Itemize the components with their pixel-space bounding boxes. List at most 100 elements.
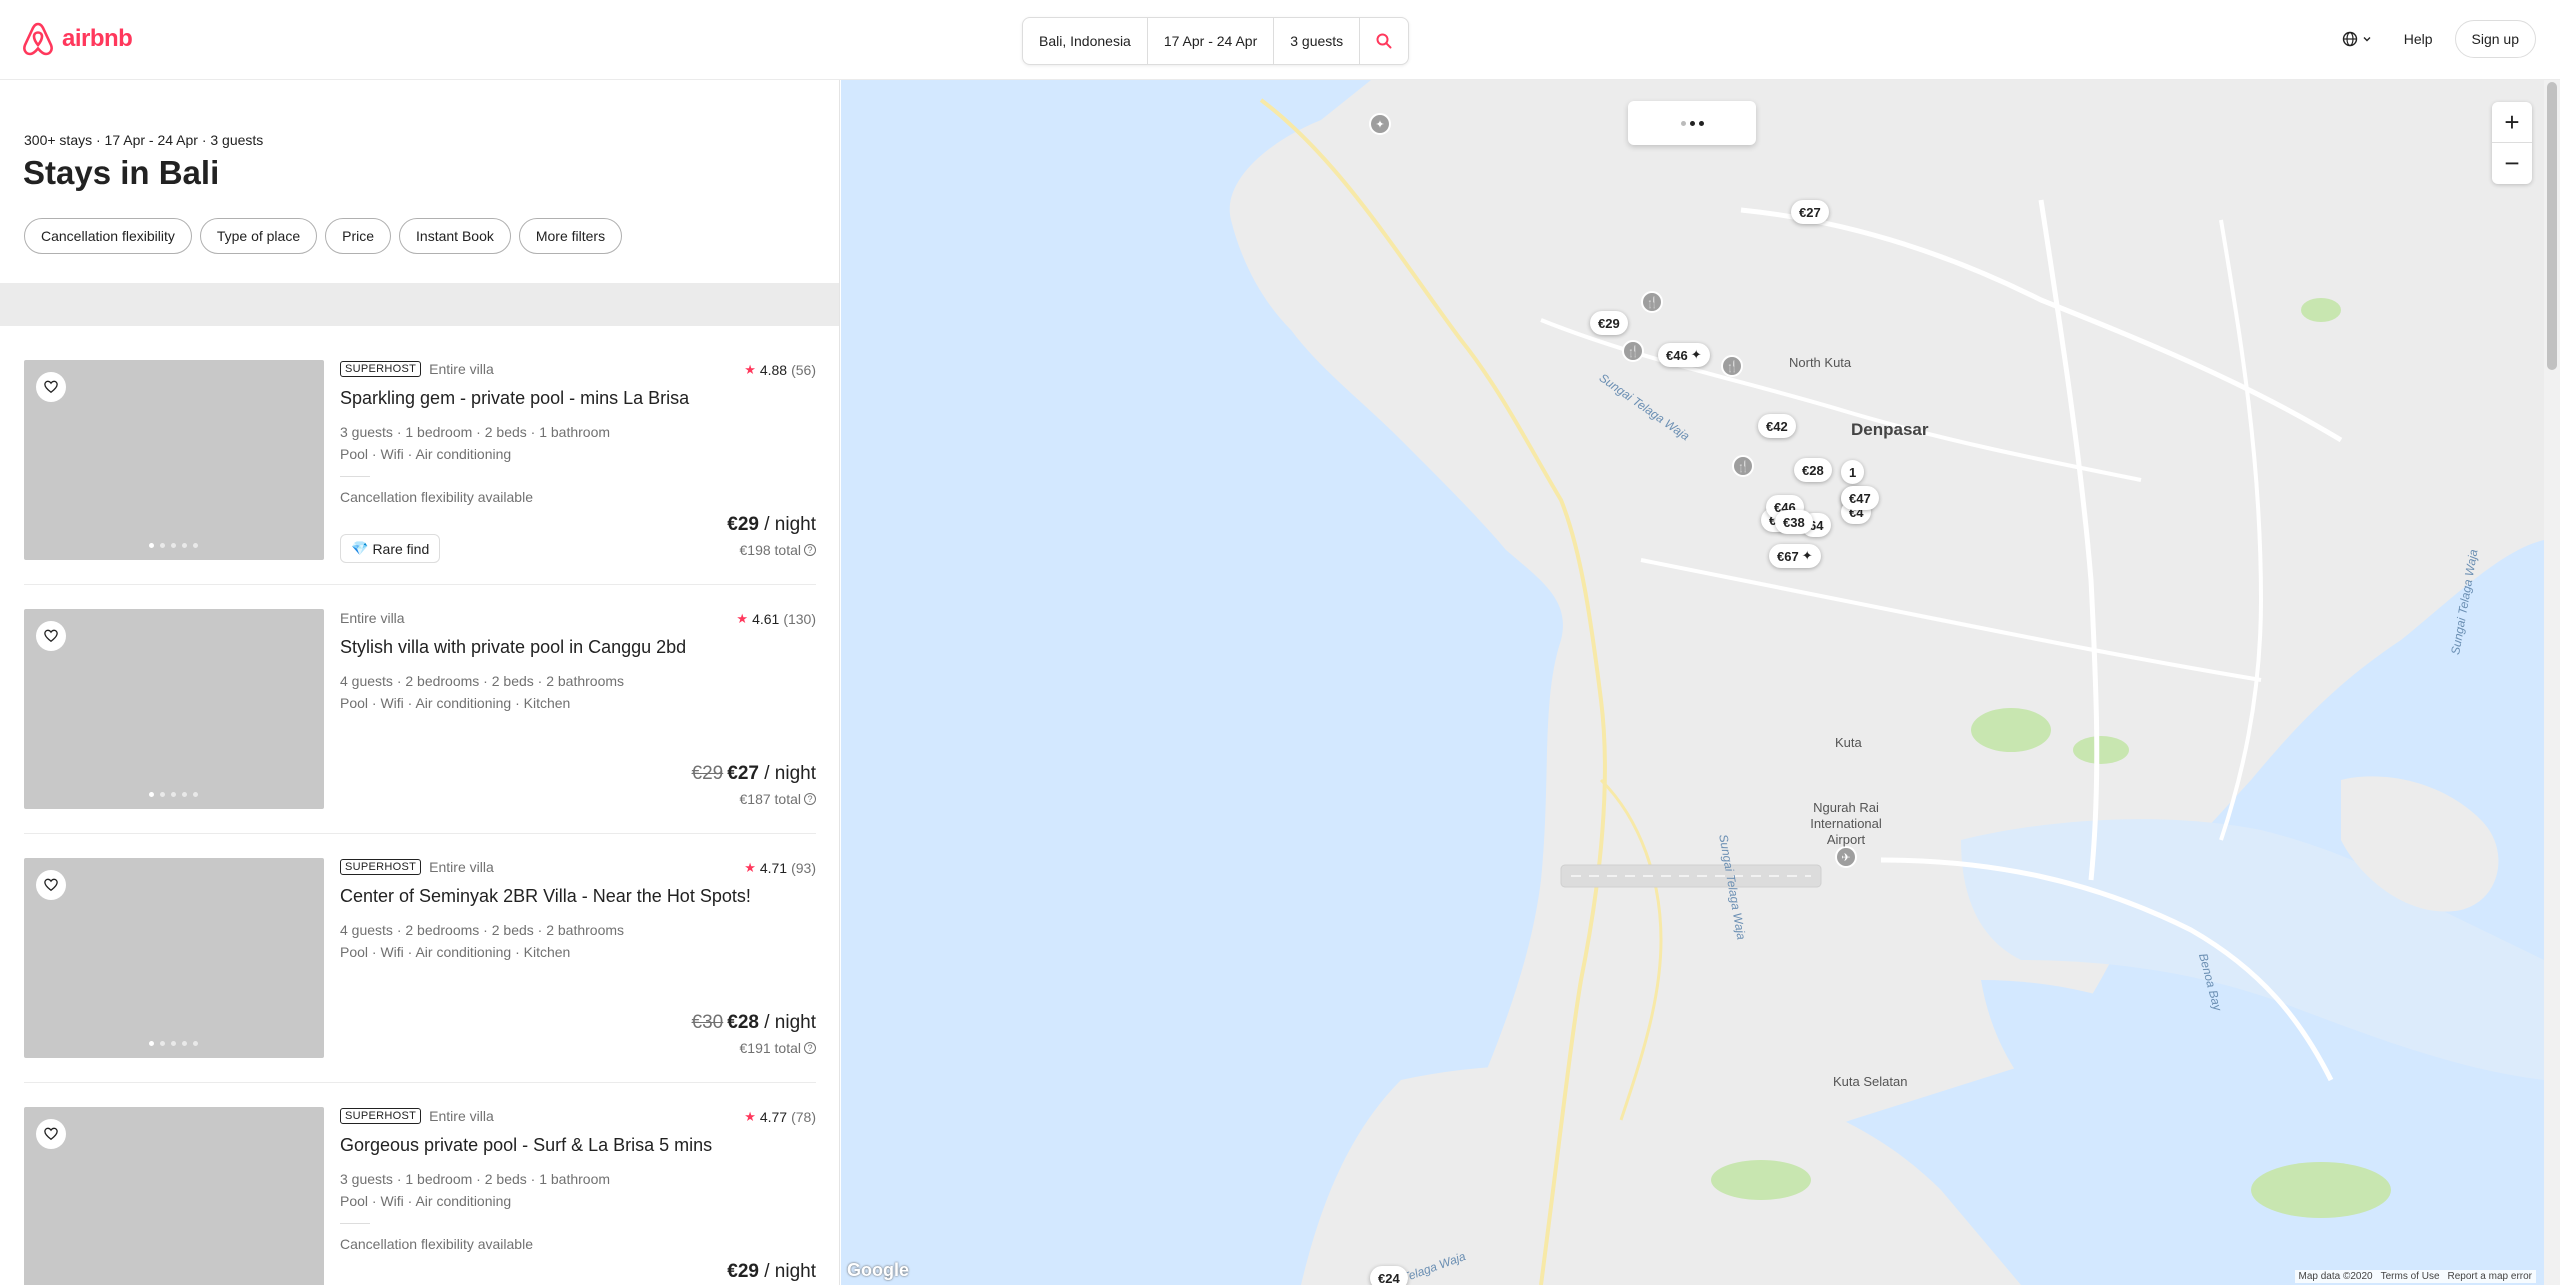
listing-rating: ★ 4.88 (56) [744,362,816,378]
zoom-controls: + − [2492,102,2532,184]
listing-card[interactable]: SUPERHOST Entire villa ★ 4.71 (93) Center o… [24,858,816,1083]
filter-instant-book[interactable]: Instant Book [399,218,511,254]
listing-photo[interactable] [24,1107,324,1285]
search-bar[interactable]: Bali, Indonesia 17 Apr - 24 Apr 3 guests [1022,17,1410,65]
listing-price: €29 / night [727,514,816,535]
listing-amenities: Pool · Wifi · Air conditioning · Kitchen [340,944,571,960]
language-button[interactable] [2332,23,2382,55]
superhost-badge: SUPERHOST [340,361,422,377]
map-loading-indicator [1628,101,1756,145]
listing-card[interactable]: Entire villa ★ 4.61 (130) Stylish villa wi… [24,609,816,834]
map-label-kuta: Kuta [1835,735,1862,750]
page-scrollbar[interactable] [2544,80,2560,1285]
results-pane: 300+ stays · 17 Apr - 24 Apr · 3 guests … [0,80,840,1285]
listing-photo[interactable] [24,609,324,809]
save-heart-button[interactable] [36,1119,66,1149]
zoom-in-button[interactable]: + [2492,102,2532,143]
info-icon[interactable]: ? [804,793,816,805]
filter-bar: Cancellation flexibility Type of place P… [24,218,623,254]
map-view[interactable]: + − ✦ 🍴 🍴 🍴 🍴 ✈ Denpasar North Kuta Kuta… [841,80,2544,1285]
listing-title[interactable]: Gorgeous private pool - Surf & La Brisa … [340,1135,712,1156]
listing-total[interactable]: €198 total? [740,542,816,558]
filter-cancellation[interactable]: Cancellation flexibility [24,218,192,254]
price-pin[interactable]: €27 [1791,200,1829,224]
save-heart-button[interactable] [36,372,66,402]
listing-total[interactable]: €191 total? [740,1040,816,1056]
filter-more-filters[interactable]: More filters [518,218,623,254]
airport-icon[interactable]: ✈ [1835,846,1857,868]
listing-title[interactable]: Center of Seminyak 2BR Villa - Near the … [340,886,751,907]
listing-title[interactable]: Sparkling gem - private pool - mins La B… [340,388,689,409]
listing-rating: ★ 4.77 (78) [744,1109,816,1125]
save-heart-button[interactable] [36,870,66,900]
restaurant-icon[interactable]: 🍴 [1732,455,1754,477]
filter-type-of-place[interactable]: Type of place [199,218,318,254]
terms-link[interactable]: Terms of Use [2381,1271,2440,1282]
report-error-link[interactable]: Report a map error [2448,1271,2532,1282]
info-icon[interactable]: ? [804,544,816,556]
help-link[interactable]: Help [2392,21,2445,57]
superhost-badge: SUPERHOST [340,1108,422,1124]
price-pin[interactable]: €24 [1370,1266,1408,1285]
listing-card[interactable]: SUPERHOST Entire villa ★ 4.77 (78) Gorgeous… [24,1107,816,1285]
listing-type: Entire villa [429,361,494,377]
listing-total[interactable]: €187 total? [740,791,816,807]
price-pin[interactable]: €47 [1841,486,1879,510]
listing-price: €29 €27 / night [691,763,816,784]
listing-details: 4 guests · 2 bedrooms · 2 beds · 2 bathr… [340,673,625,689]
price-pin[interactable]: €67 ✦ [1769,544,1821,568]
search-icon [1376,33,1392,49]
search-guests[interactable]: 3 guests [1274,18,1361,64]
listing-photo[interactable] [24,858,324,1058]
restaurant-icon[interactable]: 🍴 [1641,291,1663,313]
restaurant-icon[interactable]: 🍴 [1721,355,1743,377]
map-data-credit: Map data ©2020 [2298,1271,2373,1282]
divider [340,1223,370,1224]
star-icon: ★ [744,1109,756,1124]
scrollbar-thumb[interactable] [2547,82,2557,370]
google-logo: Google [847,1260,909,1280]
listing-rating: ★ 4.61 (130) [736,611,816,627]
map-canvas [841,80,2544,1285]
filter-price[interactable]: Price [325,218,392,254]
photo-dots [149,543,198,548]
cancellation-note: Cancellation flexibility available [340,1236,533,1252]
zoom-out-button[interactable]: − [2492,143,2532,184]
page-title: Stays in Bali [23,154,220,191]
search-location[interactable]: Bali, Indonesia [1023,18,1148,64]
listing-photo[interactable] [24,360,324,560]
signup-button[interactable]: Sign up [2454,20,2536,58]
listing-amenities: Pool · Wifi · Air conditioning [340,446,512,462]
globe-icon [2342,31,2357,47]
search-button[interactable] [1360,18,1408,64]
photo-dots [149,1041,198,1046]
search-dates[interactable]: 17 Apr - 24 Apr [1148,18,1275,64]
listing-price: €30 €28 / night [691,1012,816,1033]
map-footer: Map data ©2020 Terms of Use Report a map… [2294,1270,2536,1283]
price-pin[interactable]: €38 [1775,510,1813,534]
poi-marker-icon[interactable]: ✦ [1369,113,1391,135]
listing-card[interactable]: SUPERHOST Entire villa ★ 4.88 (56) Sparklin… [24,360,816,585]
save-heart-button[interactable] [36,621,66,651]
listing-amenities: Pool · Wifi · Air conditioning · Kitchen [340,695,571,711]
heart-icon [44,878,58,892]
price-pin[interactable]: €28 [1794,458,1832,482]
divider [340,476,370,477]
listing-title[interactable]: Stylish villa with private pool in Cangg… [340,637,686,658]
listing-details: 4 guests · 2 bedrooms · 2 beds · 2 bathr… [340,922,625,938]
price-pin[interactable]: €42 [1758,414,1796,438]
price-pin[interactable]: 1 [1841,460,1865,484]
listing-rating: ★ 4.71 (93) [744,860,816,876]
map-label-airport: Ngurah Rai International Airport [1810,800,1882,847]
airbnb-belo-icon [23,22,53,56]
price-pin[interactable]: €29 [1590,311,1628,335]
airbnb-logo[interactable]: airbnb [22,22,133,56]
info-icon[interactable]: ? [804,1042,816,1054]
listing-price: €29 / night [727,1261,816,1282]
restaurant-icon[interactable]: 🍴 [1622,340,1644,362]
star-icon: ★ [744,362,756,377]
price-pin[interactable]: €46 ✦ [1658,343,1710,367]
rare-find-badge: 💎 Rare find [340,534,441,563]
diamond-icon: ✦ [1690,347,1702,362]
heart-icon [44,629,58,643]
